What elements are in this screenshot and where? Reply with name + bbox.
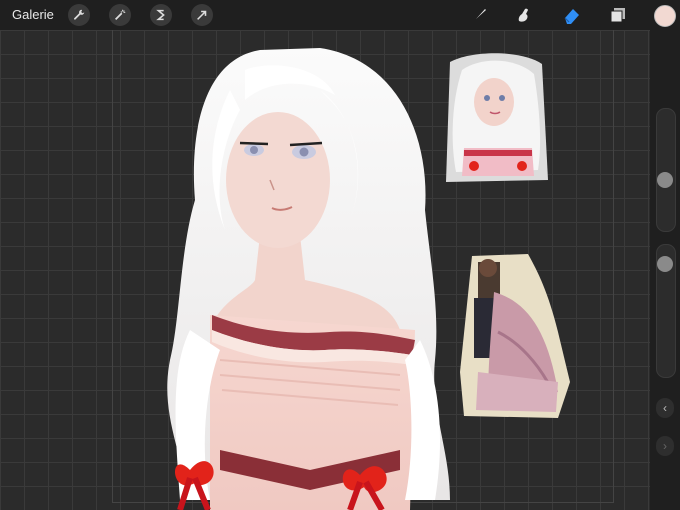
layers-icon[interactable] xyxy=(607,4,629,26)
brush-icon[interactable] xyxy=(469,4,491,26)
brush-size-knob[interactable] xyxy=(657,172,673,188)
brush-size-slider[interactable] xyxy=(656,108,676,232)
selection-icon[interactable] xyxy=(150,4,172,26)
smudge-icon[interactable] xyxy=(513,4,535,26)
wrench-icon[interactable] xyxy=(68,4,90,26)
artwork-illustration xyxy=(167,48,450,510)
top-toolbar: Galerie xyxy=(0,0,680,30)
eraser-icon[interactable] xyxy=(561,4,583,26)
undo-chevron-icon[interactable]: ‹ xyxy=(656,398,674,418)
gallery-button[interactable]: Galerie xyxy=(12,7,54,22)
reference-image-portrait[interactable] xyxy=(442,50,550,186)
reference-image-photo[interactable] xyxy=(458,252,572,420)
redo-chevron-icon[interactable]: › xyxy=(656,436,674,456)
opacity-knob[interactable] xyxy=(657,256,673,272)
color-swatch[interactable] xyxy=(654,5,676,27)
magic-wand-icon[interactable] xyxy=(109,4,131,26)
transform-arrow-icon[interactable] xyxy=(191,4,213,26)
